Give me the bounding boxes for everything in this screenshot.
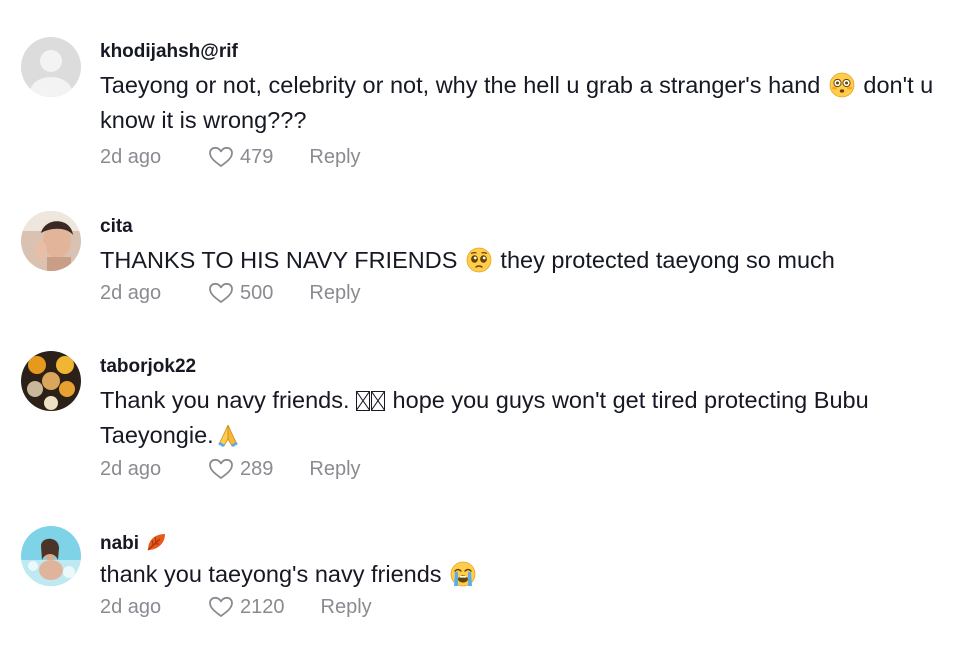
comment-text: Taeyong or not, celebrity or not, why th… bbox=[100, 68, 970, 138]
pleading-face-emoji-icon bbox=[466, 247, 492, 273]
folded-hands-emoji-icon bbox=[217, 424, 238, 447]
missing-glyph-icon bbox=[356, 391, 371, 411]
comment-text-part: THANKS TO HIS NAVY FRIENDS bbox=[100, 247, 458, 273]
comment-username[interactable]: cita bbox=[100, 215, 970, 239]
comment-meta: 2d ago 289 Reply bbox=[100, 454, 970, 484]
reply-button[interactable]: Reply bbox=[321, 596, 372, 619]
comment-username[interactable]: taborjok22 bbox=[100, 355, 970, 379]
avatar[interactable] bbox=[21, 211, 81, 271]
like-button[interactable]: 500 bbox=[208, 282, 273, 305]
avatar[interactable] bbox=[21, 526, 81, 586]
comment-username[interactable]: nabi bbox=[100, 531, 970, 555]
avatar[interactable] bbox=[21, 37, 81, 97]
comment-text-part: they protected taeyong so much bbox=[493, 247, 835, 273]
comment-text-part: Thank you navy friends. bbox=[100, 387, 350, 413]
default-avatar-icon bbox=[21, 37, 81, 97]
heart-icon bbox=[209, 596, 233, 617]
like-button[interactable]: 479 bbox=[208, 146, 273, 169]
user-photo-icon bbox=[21, 526, 81, 586]
comment-text-part: Taeyong or not, celebrity or not, why th… bbox=[100, 72, 821, 98]
comment-meta: 2d ago 500 Reply bbox=[100, 278, 970, 308]
loudly-crying-face-emoji-icon bbox=[450, 561, 476, 587]
heart-icon bbox=[209, 146, 233, 167]
comment-text-part: thank you taeyong's navy friends bbox=[100, 561, 442, 587]
comment-time: 2d ago bbox=[100, 145, 162, 168]
comment-time: 2d ago bbox=[100, 281, 162, 304]
user-photo-icon bbox=[21, 211, 81, 271]
food-photo-icon bbox=[21, 351, 81, 411]
heart-icon bbox=[209, 282, 233, 303]
avatar[interactable] bbox=[21, 351, 81, 411]
reply-button[interactable]: Reply bbox=[309, 282, 360, 305]
like-button[interactable]: 289 bbox=[208, 458, 273, 481]
flushed-face-emoji-icon bbox=[829, 72, 855, 98]
like-button[interactable]: 2120 bbox=[208, 596, 285, 619]
comment-username-text: nabi bbox=[100, 533, 140, 554]
like-count: 289 bbox=[240, 457, 274, 480]
like-count: 479 bbox=[240, 145, 274, 168]
like-count: 2120 bbox=[240, 595, 285, 618]
comment-username[interactable]: khodijahsh@rif bbox=[100, 40, 970, 64]
comment-time: 2d ago bbox=[100, 595, 162, 618]
reply-button[interactable]: Reply bbox=[309, 146, 360, 169]
comment-time: 2d ago bbox=[100, 457, 162, 480]
missing-glyph-icon bbox=[371, 391, 386, 411]
fallen-leaf-emoji-icon bbox=[147, 534, 166, 551]
comment-meta: 2d ago 479 Reply bbox=[100, 142, 970, 172]
reply-button[interactable]: Reply bbox=[309, 458, 360, 481]
comment-text: THANKS TO HIS NAVY FRIENDS they protecte… bbox=[100, 243, 970, 278]
like-count: 500 bbox=[240, 281, 274, 304]
heart-icon bbox=[209, 458, 233, 479]
comment-meta: 2d ago 2120 Reply bbox=[100, 592, 970, 622]
comment-text: Thank you navy friends. hope you guys wo… bbox=[100, 383, 940, 453]
comment-text: thank you taeyong's navy friends bbox=[100, 557, 970, 592]
